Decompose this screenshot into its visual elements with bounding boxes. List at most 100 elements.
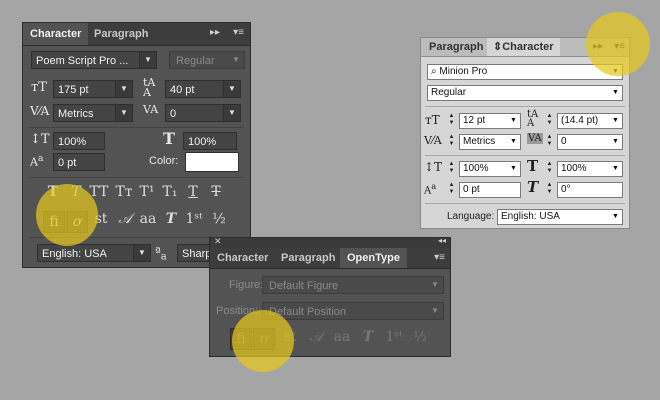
baseline-shift-field[interactable]: 0 pt: [53, 153, 105, 171]
position-select[interactable]: Default Position ▼: [262, 302, 444, 320]
swash-icon[interactable]: 𝒜: [115, 211, 135, 227]
titling-alternates-icon[interactable]: T: [358, 329, 378, 345]
leading-stepper[interactable]: ▲ ▼: [545, 113, 554, 127]
collapse-icon[interactable]: ▸▸: [210, 27, 220, 38]
leading-field[interactable]: 40 pt ▼: [165, 80, 241, 98]
tab-paragraph[interactable]: Paragraph: [274, 248, 342, 268]
chevron-down-icon: ▼: [510, 117, 517, 124]
leading-value: 40 pt: [170, 84, 195, 96]
panel-menu-icon[interactable]: ▾≡: [233, 27, 244, 38]
small-caps-icon[interactable]: Tᴛ: [114, 184, 134, 200]
chevron-down-icon: ▼: [612, 89, 619, 96]
antialias-value: Sharp: [182, 248, 212, 260]
font-size-value: 12 pt: [463, 115, 486, 126]
kerning-icon: V⁄A: [30, 104, 50, 118]
highlight-marker: [586, 12, 650, 76]
underline-icon[interactable]: T: [183, 184, 203, 200]
tab-character[interactable]: Character: [210, 248, 275, 268]
font-size-stepper[interactable]: ▲ ▼: [447, 113, 456, 127]
panel-titlebar: ✕ ◂◂: [210, 236, 450, 248]
skew-value: 0°: [561, 184, 571, 195]
tab-character-label: Character: [502, 41, 554, 53]
panel-menu-icon[interactable]: ▾≡: [434, 252, 445, 263]
skew-stepper[interactable]: ▲ ▼: [545, 182, 554, 196]
chevron-down-icon: ▼: [115, 81, 132, 97]
language-value: English: USA: [42, 248, 107, 260]
swash-icon[interactable]: 𝒜: [306, 329, 326, 345]
tab-character[interactable]: Character: [23, 23, 89, 45]
color-label: Color:: [149, 155, 179, 167]
language-select[interactable]: English: USA ▼: [497, 209, 623, 225]
ordinals-icon[interactable]: 1ˢᵗ: [384, 329, 404, 345]
horizontal-scale-stepper[interactable]: ▲ ▼: [545, 161, 554, 175]
kerning-field[interactable]: Metrics ▼: [459, 134, 521, 150]
horizontal-scale-field[interactable]: 100% ▼: [557, 161, 623, 177]
font-size-field[interactable]: 175 pt ▼: [53, 80, 133, 98]
language-value: English: USA: [501, 211, 560, 222]
vertical-scale-icon: ↕T: [424, 160, 443, 174]
chevron-down-icon: ▼: [612, 213, 619, 220]
divider: [425, 106, 625, 107]
kerning-stepper[interactable]: ▲ ▼: [447, 134, 456, 148]
subscript-icon[interactable]: T₁: [160, 184, 180, 200]
tab-paragraph[interactable]: Paragraph: [423, 38, 489, 56]
font-style-select[interactable]: Regular ▼: [169, 51, 245, 69]
font-family-value: Poem Script Pro ...: [36, 55, 129, 67]
search-icon: ⌕: [431, 66, 437, 77]
language-select[interactable]: English: USA ▼: [37, 244, 151, 262]
tab-character[interactable]: ⇕Character: [487, 38, 560, 56]
tracking-value: 0: [170, 108, 177, 120]
font-size-field[interactable]: 12 pt ▼: [459, 113, 521, 129]
language-label: Language:: [447, 211, 495, 222]
horizontal-scale-value: 100%: [561, 163, 587, 174]
leading-value: (14.4 pt): [561, 115, 599, 126]
tab-paragraph[interactable]: Paragraph: [87, 23, 155, 45]
fractions-icon[interactable]: ½: [209, 211, 229, 227]
ordinals-icon[interactable]: 1ˢᵗ: [184, 211, 204, 227]
stylistic-alternates-icon[interactable]: aa: [332, 329, 352, 345]
tracking-icon: VA: [143, 103, 159, 116]
tracking-stepper[interactable]: ▲ ▼: [545, 134, 554, 148]
tab-opentype[interactable]: OpenType: [340, 248, 407, 268]
close-icon[interactable]: ✕: [214, 236, 222, 247]
horizontal-scale-field[interactable]: 100%: [183, 132, 237, 150]
highlight-marker: [232, 310, 294, 372]
superscript-icon[interactable]: T¹: [137, 184, 157, 200]
font-family-select[interactable]: ⌕ Minion Pro ▼: [427, 64, 623, 80]
divider: [29, 177, 244, 178]
tracking-icon: VA: [527, 133, 543, 144]
skew-field[interactable]: 0°: [557, 182, 623, 198]
horizontal-scale-value: 100%: [188, 136, 217, 148]
figure-select[interactable]: Default Figure ▼: [262, 276, 444, 294]
chevron-down-icon: ▼: [232, 55, 240, 64]
color-swatch[interactable]: [185, 152, 239, 172]
tracking-field[interactable]: 0 ▼: [557, 134, 623, 150]
baseline-shift-icon: Aa: [424, 181, 437, 197]
chevron-down-icon: ▼: [431, 306, 439, 315]
collapse-icon[interactable]: ◂◂: [438, 236, 446, 245]
figure-value: Default Figure: [269, 280, 339, 292]
titling-alternates-icon[interactable]: T: [161, 211, 181, 227]
tracking-value: 0: [561, 136, 567, 147]
stylistic-alternates-icon[interactable]: aa: [138, 211, 158, 227]
tracking-field[interactable]: 0 ▼: [165, 104, 241, 122]
baseline-shift-value: 0 pt: [463, 184, 480, 195]
horizontal-scale-icon: T: [163, 129, 175, 148]
chevron-down-icon: ▼: [612, 138, 619, 145]
vertical-scale-field[interactable]: 100% ▼: [459, 161, 521, 177]
vertical-scale-field[interactable]: 100%: [53, 132, 105, 150]
font-size-icon: ᴛT: [425, 113, 440, 127]
font-style-select[interactable]: Regular ▼: [427, 85, 623, 101]
font-size-value: 175 pt: [58, 84, 89, 96]
baseline-shift-field[interactable]: 0 pt: [459, 182, 521, 198]
baseline-shift-stepper[interactable]: ▲ ▼: [447, 182, 456, 196]
font-family-select[interactable]: Poem Script Pro ... ▼: [31, 51, 157, 69]
strikethrough-icon[interactable]: T: [206, 184, 226, 200]
leading-field[interactable]: (14.4 pt) ▼: [557, 113, 623, 129]
fractions-icon[interactable]: ½: [410, 329, 430, 345]
chevron-down-icon: ▼: [612, 117, 619, 124]
kerning-field[interactable]: Metrics ▼: [53, 104, 133, 122]
vertical-scale-value: 100%: [463, 163, 489, 174]
chevron-down-icon: ▼: [431, 280, 439, 289]
vertical-scale-stepper[interactable]: ▲ ▼: [447, 161, 456, 175]
